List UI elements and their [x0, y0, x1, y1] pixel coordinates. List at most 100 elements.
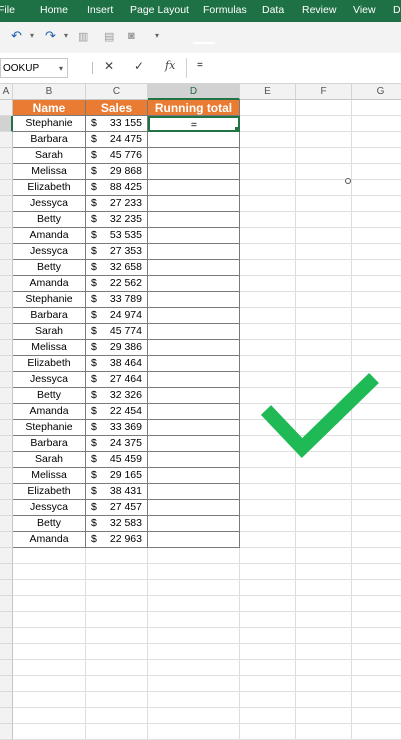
grid-cell[interactable]	[86, 708, 148, 724]
formula-input[interactable]: =	[197, 60, 203, 71]
active-cell[interactable]: =	[148, 116, 240, 132]
name-box[interactable]: OOKUP ▾	[0, 58, 68, 78]
format-painter-icon[interactable]: ▥	[78, 30, 88, 43]
grid-cell[interactable]	[13, 724, 86, 740]
tab-insert[interactable]: Insert	[87, 4, 113, 16]
grid-cell[interactable]	[240, 692, 296, 708]
table-header-running-total[interactable]: Running total	[148, 100, 240, 116]
grid-cell[interactable]	[352, 132, 401, 148]
row-header[interactable]	[0, 644, 13, 660]
table-cell-sales[interactable]: $45 459	[86, 452, 148, 468]
row-header[interactable]	[0, 676, 13, 692]
grid-cell[interactable]	[86, 692, 148, 708]
grid-cell[interactable]	[296, 532, 352, 548]
grid-cell[interactable]	[148, 596, 240, 612]
row-header[interactable]	[0, 692, 13, 708]
insert-function-icon[interactable]: fx	[165, 59, 175, 72]
grid-cell[interactable]	[352, 308, 401, 324]
grid-cell[interactable]	[352, 612, 401, 628]
grid-cell[interactable]	[352, 180, 401, 196]
grid-cell[interactable]	[352, 292, 401, 308]
table-cell-running-total[interactable]	[148, 308, 240, 324]
tab-formulas[interactable]: Formulas	[203, 4, 247, 16]
row-header[interactable]	[0, 148, 13, 164]
grid-cell[interactable]	[352, 708, 401, 724]
grid-cell[interactable]	[13, 692, 86, 708]
table-cell-name[interactable]: Melissa	[13, 340, 86, 356]
grid-cell[interactable]	[240, 596, 296, 612]
table-cell-sales[interactable]: $24 375	[86, 436, 148, 452]
row-header[interactable]	[0, 356, 13, 372]
grid-cell[interactable]	[352, 628, 401, 644]
grid-cell[interactable]	[296, 516, 352, 532]
grid-cell[interactable]	[86, 724, 148, 740]
grid-cell[interactable]	[296, 148, 352, 164]
row-header[interactable]	[0, 308, 13, 324]
table-cell-sales[interactable]: $22 963	[86, 532, 148, 548]
grid-cell[interactable]	[352, 660, 401, 676]
grid-cell[interactable]	[296, 276, 352, 292]
row-header[interactable]	[0, 500, 13, 516]
table-cell-running-total[interactable]	[148, 388, 240, 404]
grid-cell[interactable]	[148, 564, 240, 580]
table-cell-name[interactable]: Elizabeth	[13, 484, 86, 500]
grid-cell[interactable]	[296, 644, 352, 660]
table-cell-sales[interactable]: $53 535	[86, 228, 148, 244]
table-cell-name[interactable]: Amanda	[13, 276, 86, 292]
table-cell-name[interactable]: Jessyca	[13, 244, 86, 260]
table-cell-running-total[interactable]	[148, 244, 240, 260]
grid-cell[interactable]	[240, 532, 296, 548]
grid-cell[interactable]	[352, 724, 401, 740]
grid-cell[interactable]	[352, 676, 401, 692]
grid-cell[interactable]	[240, 628, 296, 644]
customize-dropdown-icon[interactable]: ▾	[155, 31, 159, 40]
row-header[interactable]	[0, 260, 13, 276]
grid-cell[interactable]	[352, 100, 401, 116]
redo-dropdown-icon[interactable]: ▾	[64, 31, 68, 40]
row-header[interactable]	[0, 660, 13, 676]
table-cell-name[interactable]: Stephanie	[13, 420, 86, 436]
table-cell-sales[interactable]: $32 583	[86, 516, 148, 532]
grid-cell[interactable]	[296, 132, 352, 148]
grid-cell[interactable]	[352, 580, 401, 596]
grid-cell[interactable]	[86, 548, 148, 564]
table-cell-sales[interactable]: $24 475	[86, 132, 148, 148]
grid-cell[interactable]	[148, 612, 240, 628]
grid-cell[interactable]	[352, 532, 401, 548]
table-cell-sales[interactable]: $32 235	[86, 212, 148, 228]
row-header[interactable]	[0, 244, 13, 260]
grid-cell[interactable]	[240, 676, 296, 692]
grid-cell[interactable]	[296, 292, 352, 308]
grid-cell[interactable]	[148, 724, 240, 740]
table-cell-sales[interactable]: $45 776	[86, 148, 148, 164]
table-cell-name[interactable]: Stephanie	[13, 292, 86, 308]
grid-cell[interactable]	[352, 244, 401, 260]
tab-home[interactable]: Home	[40, 4, 68, 16]
grid-cell[interactable]	[240, 724, 296, 740]
grid-cell[interactable]	[86, 612, 148, 628]
table-cell-name[interactable]: Elizabeth	[13, 180, 86, 196]
grid-cell[interactable]	[296, 164, 352, 180]
row-header[interactable]	[0, 324, 13, 340]
row-header[interactable]	[0, 276, 13, 292]
grid-cell[interactable]	[296, 308, 352, 324]
table-cell-name[interactable]: Barbara	[13, 132, 86, 148]
table-cell-name[interactable]: Sarah	[13, 324, 86, 340]
grid-cell[interactable]	[86, 660, 148, 676]
table-cell-running-total[interactable]	[148, 532, 240, 548]
table-cell-running-total[interactable]	[148, 260, 240, 276]
grid-cell[interactable]	[86, 596, 148, 612]
table-cell-running-total[interactable]	[148, 420, 240, 436]
grid-cell[interactable]	[13, 660, 86, 676]
table-cell-name[interactable]: Amanda	[13, 228, 86, 244]
grid-cell[interactable]	[296, 724, 352, 740]
table-cell-running-total[interactable]	[148, 196, 240, 212]
table-cell-name[interactable]: Sarah	[13, 148, 86, 164]
grid-cell[interactable]	[352, 212, 401, 228]
grid-cell[interactable]	[240, 468, 296, 484]
cancel-icon[interactable]: ✕	[104, 59, 114, 73]
grid-cell[interactable]	[296, 580, 352, 596]
table-cell-sales[interactable]: $27 233	[86, 196, 148, 212]
grid-cell[interactable]	[86, 580, 148, 596]
grid-cell[interactable]	[240, 308, 296, 324]
